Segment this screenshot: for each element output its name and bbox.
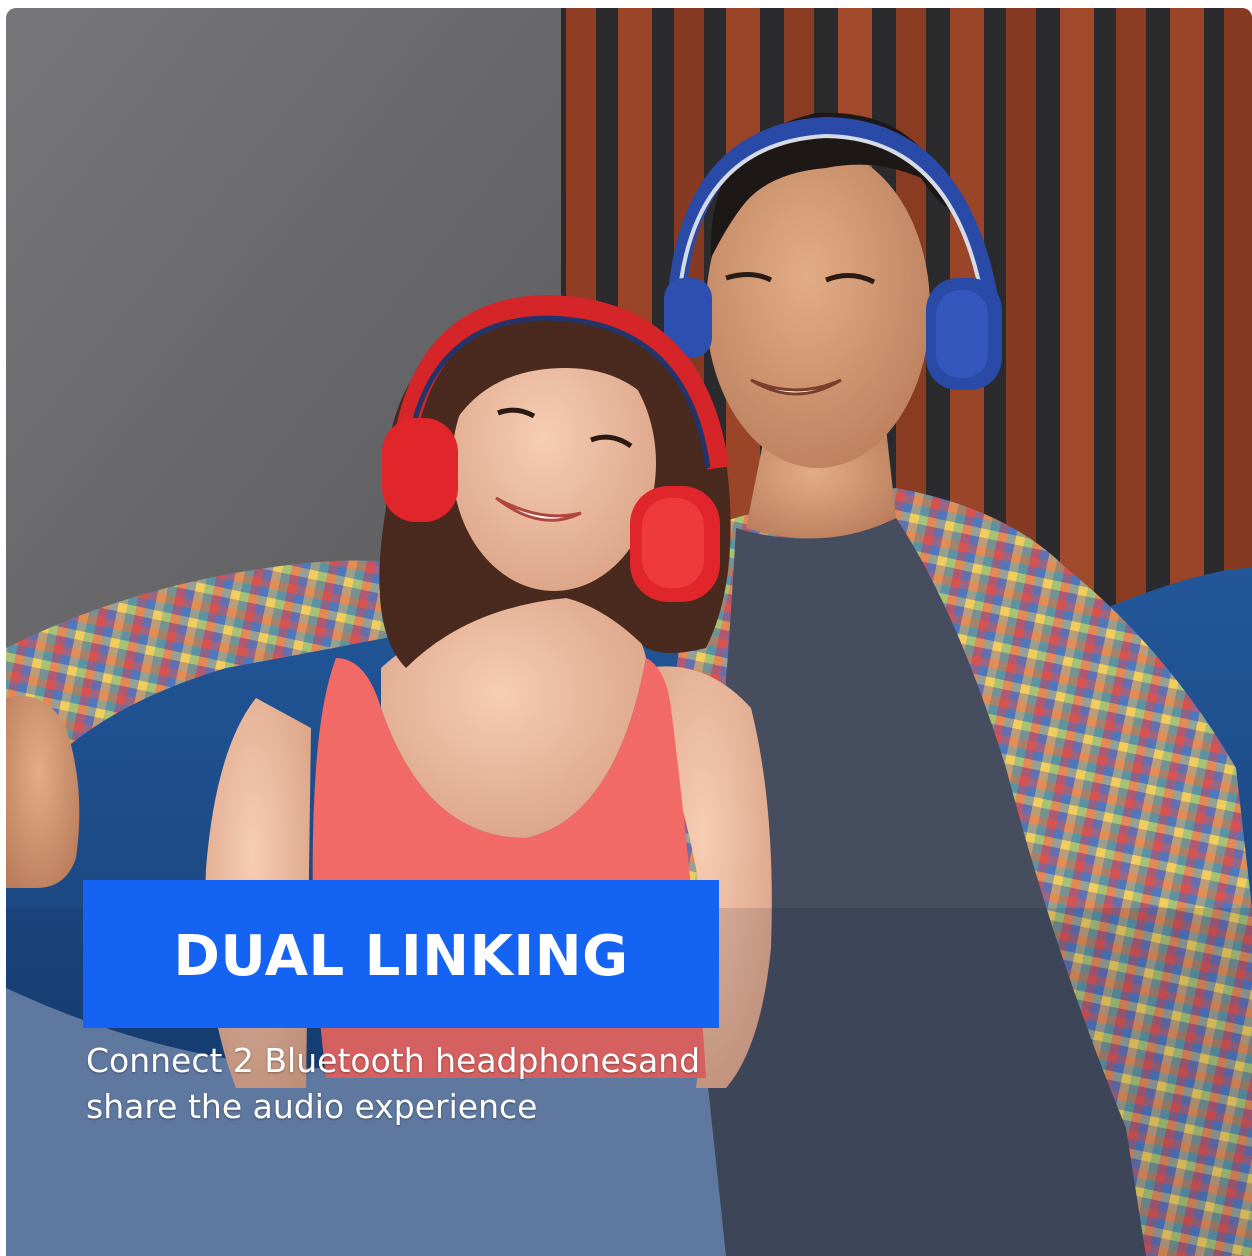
product-image: DUAL LINKING Connect 2 Bluetooth headpho… bbox=[0, 0, 1252, 1256]
banner-title: DUAL LINKING bbox=[173, 923, 629, 989]
feature-caption: Connect 2 Bluetooth headphonesand share … bbox=[86, 1038, 786, 1130]
dual-linking-banner: DUAL LINKING bbox=[83, 880, 719, 1028]
caption-line-1: Connect 2 Bluetooth headphonesand bbox=[86, 1041, 701, 1080]
caption-line-2: share the audio experience bbox=[86, 1087, 538, 1126]
